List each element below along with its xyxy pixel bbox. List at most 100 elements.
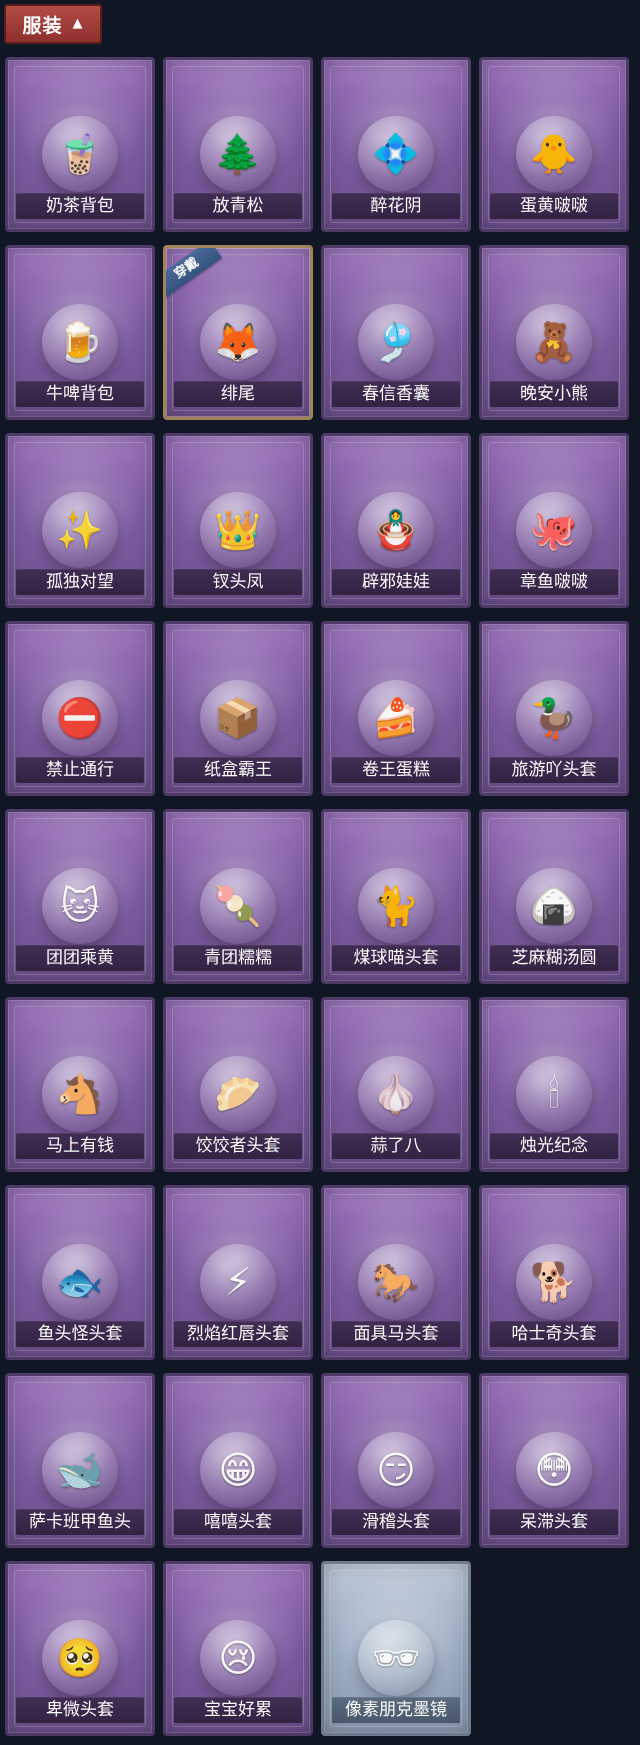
costume-item-card[interactable]: 🪆 辟邪娃娃	[321, 433, 471, 608]
costume-item-icon: 🦆	[516, 680, 592, 756]
costume-item-label: 蛋黄啵啵	[490, 193, 618, 219]
costume-item-icon: 🕶	[358, 1620, 434, 1696]
costume-item-label: 饺饺者头套	[174, 1133, 302, 1159]
costume-item-label: 烛光纪念	[490, 1133, 618, 1159]
costume-item-label: 烈焰红唇头套	[174, 1321, 302, 1347]
costume-item-icon: 🪆	[358, 492, 434, 568]
costume-item-icon: 😢	[200, 1620, 276, 1696]
costume-item-card[interactable]: 🐙 章鱼啵啵	[479, 433, 629, 608]
costume-item-label: 牛啤背包	[16, 381, 144, 407]
costume-item-icon: 😏	[358, 1432, 434, 1508]
costume-item-card[interactable]: 🐱 团团乘黄	[5, 809, 155, 984]
costume-item-icon: 🍺	[42, 304, 118, 380]
costume-item-card[interactable]: 🎐 春信香囊	[321, 245, 471, 420]
costume-item-label: 芝麻糊汤圆	[490, 945, 618, 971]
costume-item-card[interactable]: 🦆 旅游吖头套	[479, 621, 629, 796]
costume-item-label: 面具马头套	[332, 1321, 460, 1347]
chevron-up-icon: ▲	[72, 15, 84, 31]
costume-item-label: 旅游吖头套	[490, 757, 618, 783]
costume-item-label: 哈士奇头套	[490, 1321, 618, 1347]
costume-item-card[interactable]: 🐎 面具马头套	[321, 1185, 471, 1360]
costume-item-card[interactable]: 😏 滑稽头套	[321, 1373, 471, 1548]
costume-item-icon: 🥟	[200, 1056, 276, 1132]
costume-item-icon: 🌲	[200, 116, 276, 192]
costume-item-icon: 📦	[200, 680, 276, 756]
costume-item-icon: 🐎	[358, 1244, 434, 1320]
costume-item-label: 晚安小熊	[490, 381, 618, 407]
costume-item-card[interactable]: ⚡ 烈焰红唇头套	[163, 1185, 313, 1360]
costume-item-card[interactable]: 🐕 哈士奇头套	[479, 1185, 629, 1360]
costume-item-icon: 🧋	[42, 116, 118, 192]
costume-item-icon: 🐋	[42, 1432, 118, 1508]
costume-item-card[interactable]: 🕶 像素朋克墨镜	[321, 1561, 471, 1736]
costume-item-label: 钗头凤	[174, 569, 302, 595]
costume-item-card[interactable]: 🍙 芝麻糊汤圆	[479, 809, 629, 984]
costume-item-icon: 🦊	[200, 304, 276, 380]
costume-item-label: 团团乘黄	[16, 945, 144, 971]
costume-item-card[interactable]: 🕯 烛光纪念	[479, 997, 629, 1172]
costume-item-card[interactable]: 📦 纸盒霸王	[163, 621, 313, 796]
costume-item-card[interactable]: ✨ 孤独对望	[5, 433, 155, 608]
costume-item-label: 宝宝好累	[174, 1697, 302, 1723]
costume-item-card[interactable]: 🍺 牛啤背包	[5, 245, 155, 420]
costume-item-icon: 🕯	[516, 1056, 592, 1132]
equipped-badge: 穿戴	[166, 248, 222, 299]
costume-item-icon: 😳	[516, 1432, 592, 1508]
costume-item-icon: 🧸	[516, 304, 592, 380]
costume-item-icon: 🍡	[200, 868, 276, 944]
costume-item-card[interactable]: 🐟 鱼头怪头套	[5, 1185, 155, 1360]
costume-item-card[interactable]: 🐴 马上有钱	[5, 997, 155, 1172]
costume-item-icon: 🎐	[358, 304, 434, 380]
costume-item-icon: ⚡	[200, 1244, 276, 1320]
costume-item-label: 纸盒霸王	[174, 757, 302, 783]
costume-item-card[interactable]: 🥺 卑微头套	[5, 1561, 155, 1736]
costume-item-icon: 🐱	[42, 868, 118, 944]
costume-item-icon: 🍙	[516, 868, 592, 944]
costume-item-label: 马上有钱	[16, 1133, 144, 1159]
costume-item-card[interactable]: 💠 醉花阴	[321, 57, 471, 232]
costume-item-card[interactable]: 🍡 青团糯糯	[163, 809, 313, 984]
costume-item-card[interactable]: 🥟 饺饺者头套	[163, 997, 313, 1172]
costume-item-card[interactable]: 😁 嘻嘻头套	[163, 1373, 313, 1548]
costume-item-card[interactable]: 🧄 蒜了八	[321, 997, 471, 1172]
costume-item-label: 醉花阴	[332, 193, 460, 219]
costume-item-icon: ✨	[42, 492, 118, 568]
costume-item-card[interactable]: 🐥 蛋黄啵啵	[479, 57, 629, 232]
costume-item-card[interactable]: 🐈 煤球喵头套	[321, 809, 471, 984]
costume-item-icon: 🐟	[42, 1244, 118, 1320]
costume-item-label: 放青松	[174, 193, 302, 219]
costume-item-icon: 💠	[358, 116, 434, 192]
costume-item-card[interactable]: 😳 呆滞头套	[479, 1373, 629, 1548]
costume-item-card[interactable]: 穿戴 🦊 绯尾	[163, 245, 313, 420]
costume-item-icon: 🐙	[516, 492, 592, 568]
costume-item-icon: 🧄	[358, 1056, 434, 1132]
costume-item-icon: 🐴	[42, 1056, 118, 1132]
costume-item-label: 鱼头怪头套	[16, 1321, 144, 1347]
costume-item-card[interactable]: 😢 宝宝好累	[163, 1561, 313, 1736]
costume-item-label: 蒜了八	[332, 1133, 460, 1159]
costume-item-card[interactable]: 🧸 晚安小熊	[479, 245, 629, 420]
costume-item-card[interactable]: 🐋 萨卡班甲鱼头	[5, 1373, 155, 1548]
costume-item-card[interactable]: ⛔ 禁止通行	[5, 621, 155, 796]
costume-item-icon: 🐥	[516, 116, 592, 192]
costume-item-label: 煤球喵头套	[332, 945, 460, 971]
costume-item-icon: 🐕	[516, 1244, 592, 1320]
costume-item-card[interactable]: 🍰 卷王蛋糕	[321, 621, 471, 796]
costume-item-label: 卑微头套	[16, 1697, 144, 1723]
costume-item-card[interactable]: 🧋 奶茶背包	[5, 57, 155, 232]
costume-item-label: 禁止通行	[16, 757, 144, 783]
costume-item-card[interactable]: 🌲 放青松	[163, 57, 313, 232]
costume-item-label: 萨卡班甲鱼头	[16, 1509, 144, 1535]
costume-item-card[interactable]: 👑 钗头凤	[163, 433, 313, 608]
costume-item-label: 嘻嘻头套	[174, 1509, 302, 1535]
costume-item-label: 章鱼啵啵	[490, 569, 618, 595]
costume-item-icon: 🥺	[42, 1620, 118, 1696]
costume-item-icon: ⛔	[42, 680, 118, 756]
costume-item-icon: 🍰	[358, 680, 434, 756]
costume-inventory-page: 服装 ▲ 🧋 奶茶背包 🌲 放青松 💠 醉花阴 🐥 蛋黄啵啵 🍺 牛啤背包 穿戴 🦊 绯尾 🎐 春信香囊 🧸 晚…	[0, 0, 640, 1745]
costume-tab[interactable]: 服装 ▲	[4, 4, 102, 44]
costume-item-label: 辟邪娃娃	[332, 569, 460, 595]
costume-item-label: 卷王蛋糕	[332, 757, 460, 783]
costume-item-label: 绯尾	[174, 381, 302, 407]
costume-item-icon: 😁	[200, 1432, 276, 1508]
